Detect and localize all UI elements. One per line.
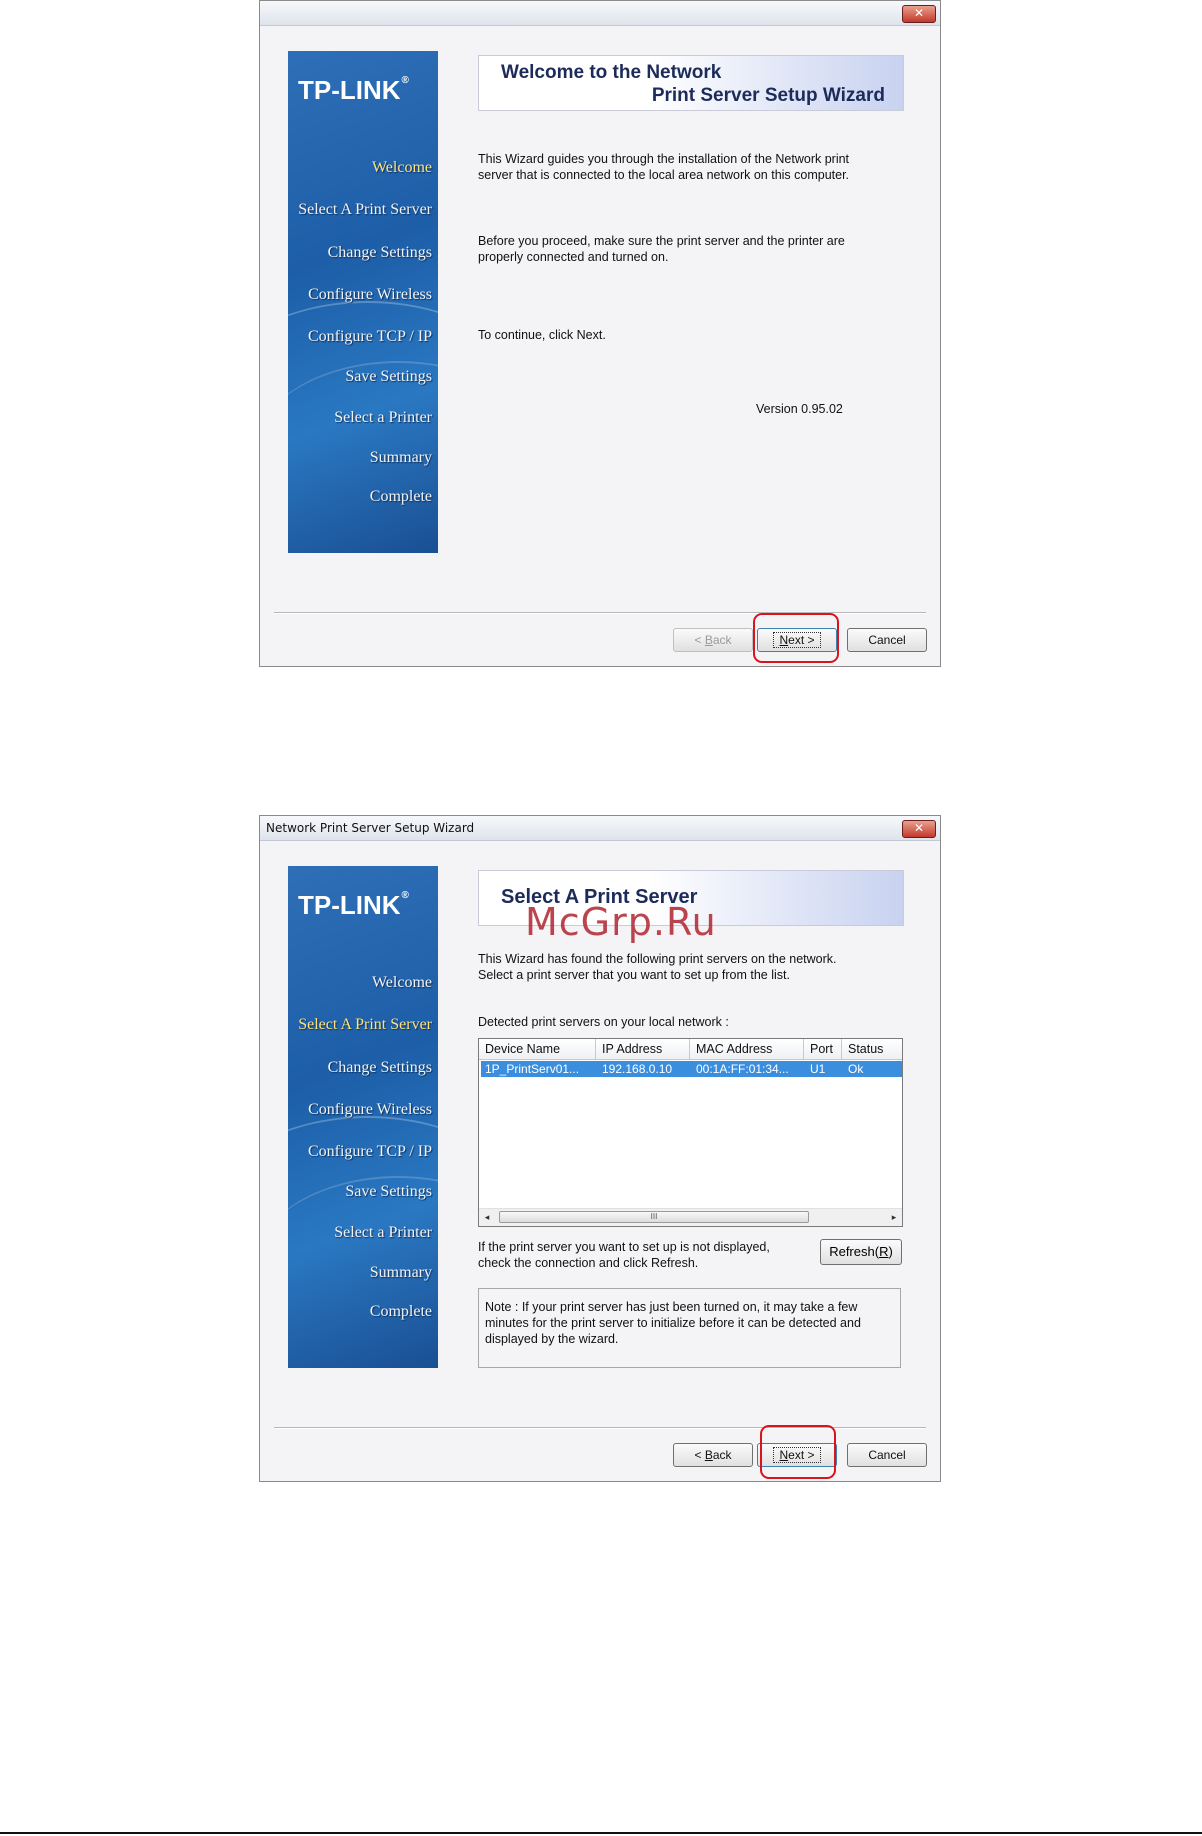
step-configure-tcp-ip: Configure TCP / IP: [307, 328, 432, 345]
column-port[interactable]: Port: [804, 1039, 842, 1059]
wizard-window-select-server: Network Print Server Setup Wizard ✕ TP-L…: [259, 815, 941, 1482]
cancel-button[interactable]: Cancel: [847, 1443, 927, 1467]
version-text: Version 0.95.02: [756, 402, 843, 416]
step-select-print-server: Select A Print Server: [298, 201, 432, 218]
cancel-button[interactable]: Cancel: [847, 628, 927, 652]
tp-link-logo: TP-LINK®: [298, 890, 409, 920]
step-save-settings: Save Settings: [345, 368, 432, 385]
column-status[interactable]: Status: [842, 1039, 902, 1059]
step-welcome: Welcome: [371, 159, 432, 176]
step-change-settings: Change Settings: [327, 244, 432, 261]
refresh-button[interactable]: Refresh(R): [820, 1239, 902, 1265]
column-ip-address[interactable]: IP Address: [596, 1039, 690, 1059]
watermark: McGrp.Ru: [525, 900, 717, 944]
banner-title-line1: Welcome to the Network: [501, 62, 722, 83]
page-bottom-rule: [0, 1832, 1202, 1834]
banner-title-line2: Print Server Setup Wizard: [651, 85, 885, 106]
step-configure-wireless: Configure Wireless: [308, 1101, 432, 1118]
window-title: Network Print Server Setup Wizard: [266, 821, 475, 835]
table-row[interactable]: 1P_PrintServ01... 192.168.0.10 00:1A:FF:…: [481, 1061, 902, 1077]
title-bar: ✕: [260, 1, 940, 26]
instructions-text: Before you proceed, make sure the print …: [478, 234, 845, 264]
list-header: Device Name IP Address MAC Address Port …: [479, 1039, 902, 1060]
page-banner: Welcome to the Network Print Server Setu…: [478, 55, 904, 111]
wizard-window-welcome: ✕ TP-LINK® Welcome Select A Print Server…: [259, 0, 941, 667]
note-text: Note : If your print server has just bee…: [485, 1300, 861, 1346]
print-server-list[interactable]: Device Name IP Address MAC Address Port …: [478, 1038, 903, 1227]
step-save-settings: Save Settings: [345, 1183, 432, 1200]
step-summary: Summary: [369, 1264, 432, 1281]
tp-link-logo: TP-LINK®: [298, 75, 409, 105]
highlight-circle-next: [760, 1425, 836, 1479]
cell-status: Ok: [848, 1062, 864, 1076]
horizontal-scrollbar[interactable]: ◂ III ▸: [479, 1208, 902, 1226]
step-change-settings: Change Settings: [327, 1059, 432, 1076]
back-button[interactable]: < Back: [673, 1443, 753, 1467]
step-select-printer: Select a Printer: [334, 1224, 432, 1241]
highlight-circle-next: [753, 613, 839, 663]
close-icon[interactable]: ✕: [902, 820, 936, 838]
refresh-hint-text: If the print server you want to set up i…: [478, 1240, 770, 1270]
step-complete: Complete: [369, 488, 432, 505]
column-device-name[interactable]: Device Name: [479, 1039, 596, 1059]
title-bar: Network Print Server Setup Wizard ✕: [260, 816, 940, 841]
cell-port: U1: [810, 1062, 826, 1076]
intro-text: This Wizard guides you through the insta…: [478, 152, 850, 182]
scroll-right-arrow-icon[interactable]: ▸: [886, 1209, 902, 1226]
scrollbar-thumb[interactable]: III: [499, 1211, 809, 1223]
step-configure-tcp-ip: Configure TCP / IP: [307, 1143, 432, 1160]
step-select-print-server: Select A Print Server: [298, 1016, 432, 1033]
note-box: Note : If your print server has just bee…: [478, 1288, 901, 1368]
cell-ip-address: 192.168.0.10: [602, 1062, 673, 1076]
close-icon[interactable]: ✕: [902, 5, 936, 23]
back-button[interactable]: < Back: [673, 628, 753, 652]
list-label: Detected print servers on your local net…: [478, 1015, 729, 1029]
step-select-printer: Select a Printer: [334, 409, 432, 426]
intro-text: This Wizard has found the following prin…: [478, 952, 837, 982]
cell-device-name: 1P_PrintServ01...: [485, 1062, 580, 1076]
step-welcome: Welcome: [371, 974, 432, 991]
scroll-left-arrow-icon[interactable]: ◂: [479, 1209, 495, 1226]
step-complete: Complete: [369, 1303, 432, 1320]
wizard-sidebar: TP-LINK® Welcome Select A Print Server C…: [288, 866, 438, 1368]
cell-mac-address: 00:1A:FF:01:34...: [696, 1062, 789, 1076]
step-summary: Summary: [369, 449, 432, 466]
column-mac-address[interactable]: MAC Address: [690, 1039, 804, 1059]
step-configure-wireless: Configure Wireless: [308, 286, 432, 303]
continue-text: To continue, click Next.: [478, 328, 606, 342]
wizard-sidebar: TP-LINK® Welcome Select A Print Server C…: [288, 51, 438, 553]
